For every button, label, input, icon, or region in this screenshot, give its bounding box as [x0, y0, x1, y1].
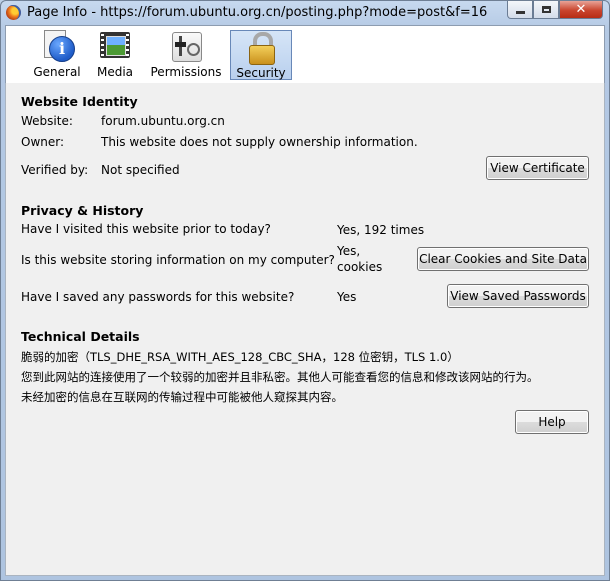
technical-line-3: 未经加密的信息在互联网的传输过程中可能被他人窥探其内容。 [21, 390, 343, 404]
film-icon [99, 30, 131, 62]
tab-security-label: Security [236, 66, 286, 80]
tab-permissions[interactable]: Permissions [148, 30, 224, 80]
owner-value: This website does not supply ownership i… [101, 135, 418, 149]
owner-label: Owner: [21, 135, 65, 149]
tab-general-label: General [33, 65, 81, 79]
window-title: Page Info - https://forum.ubuntu.org.cn/… [27, 5, 488, 20]
close-icon: ✕ [575, 2, 587, 17]
tab-permissions-label: Permissions [150, 65, 222, 79]
tab-general[interactable]: i General [30, 30, 84, 80]
tab-media-label: Media [96, 65, 134, 79]
verified-by-value: Not specified [101, 163, 180, 177]
firefox-icon [6, 5, 21, 20]
privacy-history-heading: Privacy & History [21, 203, 144, 218]
visited-answer: Yes, 192 times [337, 223, 425, 237]
technical-details-heading: Technical Details [21, 329, 140, 344]
title-bar[interactable]: Page Info - https://forum.ubuntu.org.cn/… [1, 1, 609, 25]
caption-buttons: ✕ [507, 1, 603, 19]
security-panel: Website Identity Website: forum.ubuntu.o… [5, 83, 605, 576]
close-button[interactable]: ✕ [559, 1, 603, 19]
tab-toolbar: i General Media Permissions Security [5, 25, 605, 84]
minimize-icon [515, 11, 525, 14]
technical-line-1: 脆弱的加密（TLS_DHE_RSA_WITH_AES_128_CBC_SHA，1… [21, 350, 459, 364]
verified-by-label: Verified by: [21, 163, 89, 177]
minimize-button[interactable] [507, 1, 533, 19]
website-identity-heading: Website Identity [21, 94, 138, 109]
cookies-question: Is this website storing information on m… [21, 253, 335, 267]
clear-cookies-button[interactable]: Clear Cookies and Site Data [417, 247, 589, 271]
website-value: forum.ubuntu.org.cn [101, 114, 225, 128]
maximize-icon [541, 6, 551, 13]
info-icon: i [41, 30, 75, 62]
technical-line-2: 您到此网站的连接使用了一个较弱的加密并且非私密。其他人可能查看您的信息和修改该网… [21, 370, 539, 384]
passwords-question: Have I saved any passwords for this webs… [21, 290, 295, 304]
maximize-button[interactable] [533, 1, 559, 19]
visited-question: Have I visited this website prior to tod… [21, 222, 271, 236]
lock-icon [245, 31, 277, 65]
cookies-answer-line1: Yes, [337, 244, 361, 258]
view-saved-passwords-button[interactable]: View Saved Passwords [447, 284, 589, 308]
tab-security[interactable]: Security [230, 30, 292, 80]
website-label: Website: [21, 114, 73, 128]
cookies-answer-line2: cookies [337, 260, 383, 274]
page-info-window: Page Info - https://forum.ubuntu.org.cn/… [0, 0, 610, 581]
tab-media[interactable]: Media [92, 30, 138, 80]
help-button[interactable]: Help [515, 410, 589, 434]
permissions-icon [170, 30, 202, 62]
view-certificate-button[interactable]: View Certificate [486, 156, 589, 180]
passwords-answer: Yes [337, 290, 357, 304]
